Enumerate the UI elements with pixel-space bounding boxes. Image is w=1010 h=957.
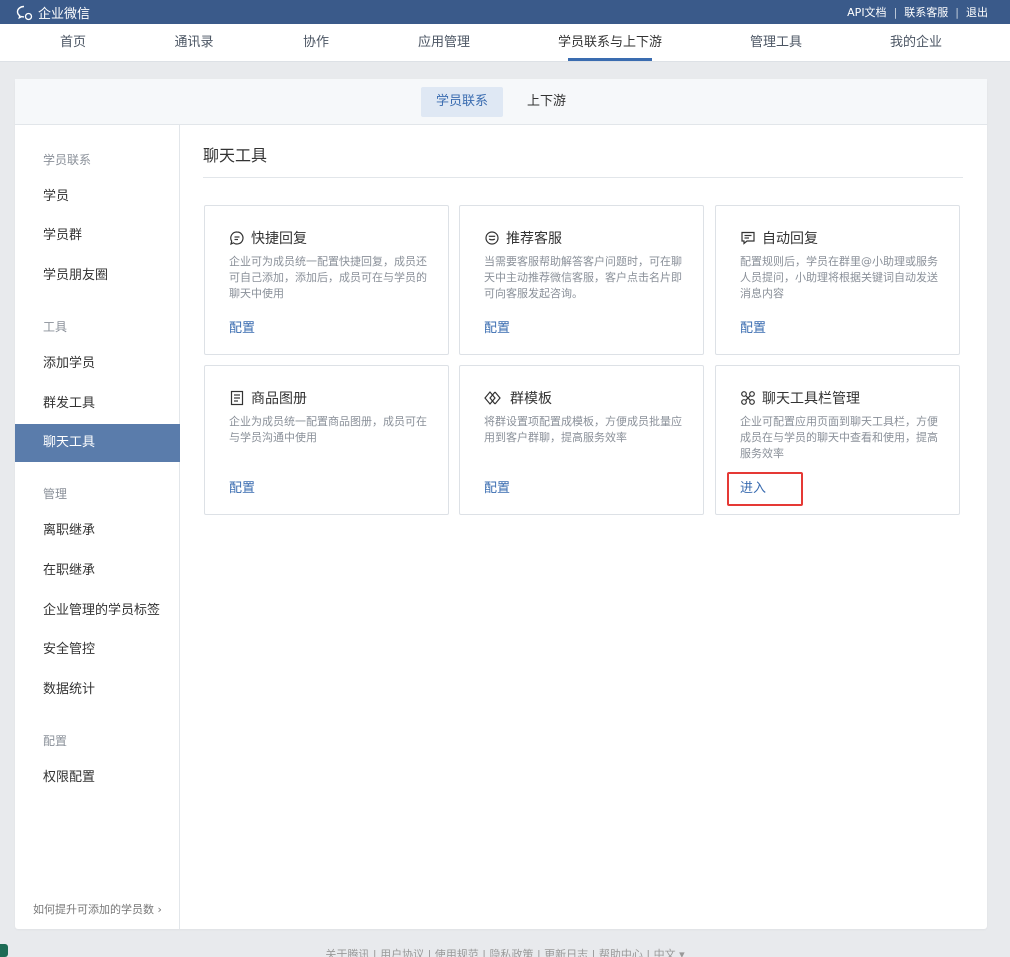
card-header: 快捷回复	[229, 228, 307, 248]
logout-link[interactable]: 退出	[966, 4, 988, 20]
sidebar-group-title: 配置	[43, 734, 68, 748]
sidebar-group-title: 学员联系	[43, 153, 92, 167]
card-description: 企业为成员统一配置商品图册，成员可在与学员沟通中使用	[229, 415, 427, 444]
card-title: 推荐客服	[506, 231, 562, 247]
nav-collaboration[interactable]: 协作	[303, 24, 329, 62]
sidebar-item-resign-inherit[interactable]: 离职继承	[15, 512, 180, 550]
nav-contacts[interactable]: 通讯录	[174, 24, 213, 62]
sidebar: 学员联系 学员 学员群 学员朋友圈 工具 添加学员 群发工具 聊天工具 管理 离…	[15, 125, 180, 929]
wecom-logo-icon	[16, 5, 33, 20]
card-title: 快捷回复	[251, 231, 307, 247]
auto-reply-icon	[741, 231, 755, 245]
configure-link[interactable]: 配置	[229, 477, 255, 496]
nav-management-tools[interactable]: 管理工具	[750, 24, 802, 62]
help-link-label: 如何提升可添加的学员数	[33, 903, 154, 916]
divider: |	[955, 5, 959, 19]
sidebar-group-title: 工具	[43, 320, 68, 334]
configure-link[interactable]: 配置	[484, 317, 510, 336]
sidebar-item-add-students[interactable]: 添加学员	[15, 345, 180, 383]
configure-link[interactable]: 配置	[229, 317, 255, 336]
template-icon	[484, 391, 501, 405]
sidebar-item-chat-tools[interactable]: 聊天工具	[15, 424, 180, 462]
sidebar-item-students[interactable]: 学员	[15, 178, 180, 216]
brand-name: 企业微信	[38, 7, 91, 22]
card-auto-reply: 自动回复 配置规则后，学员在群里@小助理或服务人员提问，小助理将根据关键词自动发…	[715, 205, 960, 355]
toolbar-manage-icon	[741, 391, 755, 405]
sub-tabs: 学员联系 上下游	[15, 79, 987, 125]
sidebar-item-mass-messaging[interactable]: 群发工具	[15, 385, 180, 423]
card-header: 群模板	[484, 388, 552, 408]
card-recommend-service: 推荐客服 当需要客服帮助解答客户问题时，可在聊天中主动推荐微信客服，客户点击名片…	[459, 205, 704, 355]
configure-link[interactable]: 配置	[484, 477, 510, 496]
nav-student-contact[interactable]: 学员联系与上下游	[558, 24, 662, 62]
card-description: 企业可为成员统一配置快捷回复，成员还可自己添加，添加后，成员可在与学员的聊天中使…	[229, 255, 427, 300]
catalog-icon	[230, 390, 244, 406]
chat-bubble-icon	[230, 231, 244, 246]
tab-upstream-downstream[interactable]: 上下游	[512, 87, 581, 117]
nav-home[interactable]: 首页	[60, 24, 86, 62]
main-panel: 学员联系 上下游 学员联系 学员 学员群 学员朋友圈 工具 添加学员 群发工具 …	[15, 79, 987, 929]
nav-my-company[interactable]: 我的企业	[890, 24, 942, 62]
nav-app-management[interactable]: 应用管理	[418, 24, 470, 62]
main-nav: 首页 通讯录 协作 应用管理 学员联系与上下游 管理工具 我的企业	[0, 24, 1010, 62]
card-title: 商品图册	[251, 391, 307, 407]
chevron-right-icon: ›	[154, 903, 162, 916]
card-header: 商品图册	[229, 388, 307, 408]
headset-smile-icon	[485, 231, 499, 245]
top-bar: 企业微信 API文档 | 联系客服 | 退出	[0, 0, 1010, 24]
card-title: 聊天工具栏管理	[762, 391, 860, 407]
help-link[interactable]: 如何提升可添加的学员数 ›	[33, 901, 162, 917]
card-header: 聊天工具栏管理	[740, 388, 860, 408]
card-description: 企业可配置应用页面到聊天工具栏，方便成员在与学员的聊天中查看和使用，提高服务效率	[740, 415, 938, 460]
configure-link[interactable]: 配置	[740, 317, 766, 336]
sidebar-group-title: 管理	[43, 487, 68, 501]
sidebar-item-statistics[interactable]: 数据统计	[15, 671, 180, 709]
card-title: 群模板	[510, 391, 552, 407]
sidebar-item-student-groups[interactable]: 学员群	[15, 217, 180, 255]
tab-student-contact[interactable]: 学员联系	[421, 87, 504, 117]
sidebar-item-permissions[interactable]: 权限配置	[15, 759, 180, 797]
card-header: 推荐客服	[484, 228, 562, 248]
card-product-catalog: 商品图册 企业为成员统一配置商品图册，成员可在与学员沟通中使用 配置	[204, 365, 449, 515]
card-header: 自动回复	[740, 228, 818, 248]
brand[interactable]: 企业微信	[16, 3, 90, 22]
card-group-template: 群模板 将群设置项配置成模板，方便成员批量应用到客户群聊，提高服务效率 配置	[459, 365, 704, 515]
divider: |	[893, 5, 898, 19]
footer-links[interactable]: 关于腾讯 | 用户协议 | 使用规范 | 隐私政策 | 更新日志 | 帮助中心 …	[0, 946, 1010, 957]
card-description: 当需要客服帮助解答客户问题时，可在聊天中主动推荐微信客服，客户点击名片即可向客服…	[484, 255, 682, 300]
card-toolbar-management: 聊天工具栏管理 企业可配置应用页面到聊天工具栏，方便成员在与学员的聊天中查看和使…	[715, 365, 960, 515]
sidebar-item-onjob-inherit[interactable]: 在职继承	[15, 552, 180, 590]
api-docs-link[interactable]: API文档	[847, 4, 886, 20]
page-title: 聊天工具	[203, 146, 268, 165]
card-title: 自动回复	[762, 231, 818, 247]
card-description: 将群设置项配置成模板，方便成员批量应用到客户群聊，提高服务效率	[484, 415, 682, 444]
divider	[203, 177, 963, 178]
sidebar-item-security[interactable]: 安全管控	[15, 631, 180, 669]
contact-support-link[interactable]: 联系客服	[904, 4, 948, 20]
enter-link[interactable]: 进入	[740, 477, 766, 496]
card-quick-reply: 快捷回复 企业可为成员统一配置快捷回复，成员还可自己添加，添加后，成员可在与学员…	[204, 205, 449, 355]
card-description: 配置规则后，学员在群里@小助理或服务人员提问，小助理将根据关键词自动发送消息内容	[740, 255, 938, 300]
sidebar-item-student-tags[interactable]: 企业管理的学员标签	[15, 592, 180, 630]
top-links: API文档 | 联系客服 | 退出	[847, 4, 988, 20]
sidebar-item-moments[interactable]: 学员朋友圈	[15, 257, 180, 295]
